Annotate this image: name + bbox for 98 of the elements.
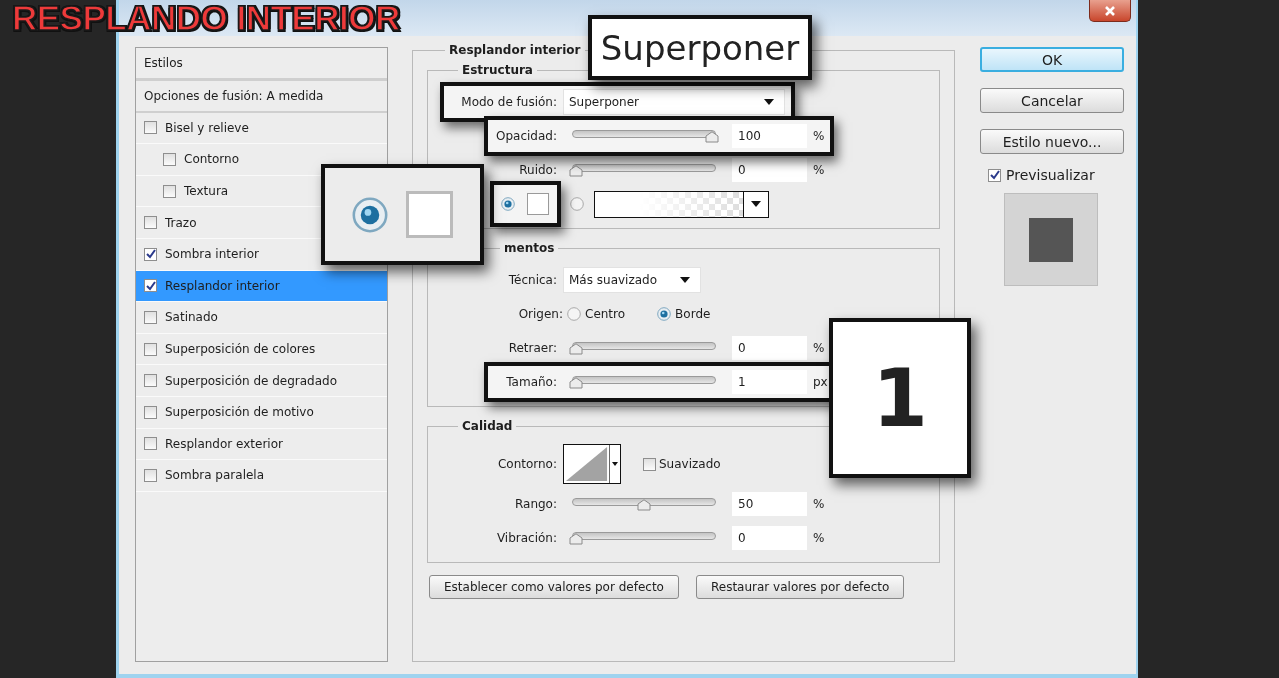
dialog-button[interactable]: OK [980,47,1124,72]
style-label: Superposición de colores [165,342,316,357]
value-field[interactable]: 1 [732,370,807,394]
color-swatch[interactable] [527,193,549,215]
field-label: Tamaño: [506,375,557,389]
radio-label: Centro [585,307,626,321]
style-list-item[interactable]: Estilos [136,48,387,81]
radio-button[interactable] [352,196,388,233]
slider-thumb[interactable] [569,165,583,177]
checkbox[interactable] [144,342,157,356]
gradient-picker[interactable] [594,190,769,218]
dropdown-arrow-icon [751,201,761,207]
unit-label: % [813,163,825,177]
checkbox[interactable] [988,168,1001,182]
contour-picker[interactable] [563,444,621,484]
checkbox[interactable] [144,247,157,261]
checkbox[interactable] [163,184,176,198]
checkbox-label: Suavizado [659,457,721,471]
style-label: Trazo [165,215,197,230]
zoomed-text: 1 [872,351,928,445]
style-label: Superposición de motivo [165,405,314,420]
blend-mode-dropdown[interactable]: Superponer [563,89,785,115]
checkbox[interactable] [144,310,157,324]
style-label: Satinado [165,310,218,325]
checkbox[interactable] [643,457,656,471]
radio-button[interactable] [657,307,672,321]
dropdown-arrow-icon [764,99,774,105]
defaults-button[interactable]: Restaurar valores por defecto [695,575,905,599]
defaults-button[interactable]: Establecer como valores por defecto [429,575,679,599]
caret-icon [610,462,620,466]
radio-label: Borde [675,307,711,321]
unit-label: % [813,129,825,143]
style-label: Resplandor exterior [165,436,283,451]
checkbox[interactable] [144,374,157,388]
dialog-button[interactable]: Estilo nuevo... [980,129,1124,154]
field-label: Origen: [518,307,563,321]
style-list-item[interactable]: Satinado [136,302,387,334]
radio-button[interactable] [567,307,581,321]
checkbox[interactable] [144,437,157,451]
field-label: Técnica: [508,273,557,287]
style-list-item[interactable]: Superposición de motivo [136,396,387,429]
checkbox[interactable] [144,121,157,135]
style-list-item[interactable]: Superposición de degradado [136,365,387,397]
radio-button[interactable] [501,197,515,211]
style-list-item[interactable]: Superposición de colores [136,333,387,366]
unit-label: px [813,375,828,389]
style-label: Contorno [184,152,240,167]
unit-label: % [813,341,825,355]
dialog-button[interactable]: Cancelar [980,88,1124,113]
slider-thumb[interactable] [569,377,583,389]
field-label: Contorno: [497,457,557,471]
field-label: Opacidad: [496,129,557,143]
field-label: Rango: [514,497,557,511]
unit-label: % [813,531,825,545]
style-label: Superposición de degradado [165,373,338,388]
slider-thumb[interactable] [569,343,583,355]
section-title: Calidad [461,419,514,433]
section-title: Estructura [461,63,534,77]
checkbox[interactable] [144,468,157,482]
checkbox-label: Previsualizar [1006,167,1095,183]
close-icon [1103,5,1117,16]
value-field[interactable]: 0 [732,526,807,550]
style-label: Estilos [144,56,183,70]
value-field[interactable]: 0 [732,336,807,360]
checkbox[interactable] [144,405,157,419]
slider-thumb[interactable] [705,131,719,143]
color-swatch [406,191,453,238]
field-label: Retraer: [508,341,557,355]
panel-title: Resplandor interior [448,43,582,57]
style-list-item[interactable]: Resplandor interior [136,270,387,303]
dropdown-arrow-icon [680,277,690,283]
style-label: Resplandor interior [165,278,280,293]
zoomed-text: Superponer [600,27,800,68]
value-field[interactable]: 100 [732,124,807,148]
style-label: Sombra interior [165,247,259,262]
style-list-item[interactable]: Bisel y relieve [136,112,387,145]
style-label: Bisel y relieve [165,120,249,135]
unit-label: % [813,497,825,511]
value-field[interactable]: 50 [732,492,807,516]
value-field[interactable]: 0 [732,158,807,182]
radio-button[interactable] [570,197,584,211]
blend-mode-dropdown[interactable]: Más suavizado [563,267,701,293]
field-label: Modo de fusión: [461,95,557,109]
field-label: Vibración: [496,531,557,545]
section-title: mentos [503,241,556,255]
style-label: Sombra paralela [165,468,265,483]
style-list-item[interactable]: Opciones de fusión: A medida [136,81,387,113]
checkbox[interactable] [163,153,176,166]
checkbox[interactable] [144,216,157,230]
style-label: Textura [184,184,229,199]
close-button[interactable] [1089,0,1131,22]
style-list-item[interactable]: Sombra paralela [136,460,387,492]
style-list-item[interactable]: Resplandor exterior [136,428,387,461]
slider-thumb[interactable] [569,533,583,545]
slider-thumb[interactable] [637,499,651,511]
checkbox[interactable] [144,279,157,293]
field-label: Ruido: [519,163,557,177]
style-label: Opciones de fusión: A medida [144,88,324,103]
